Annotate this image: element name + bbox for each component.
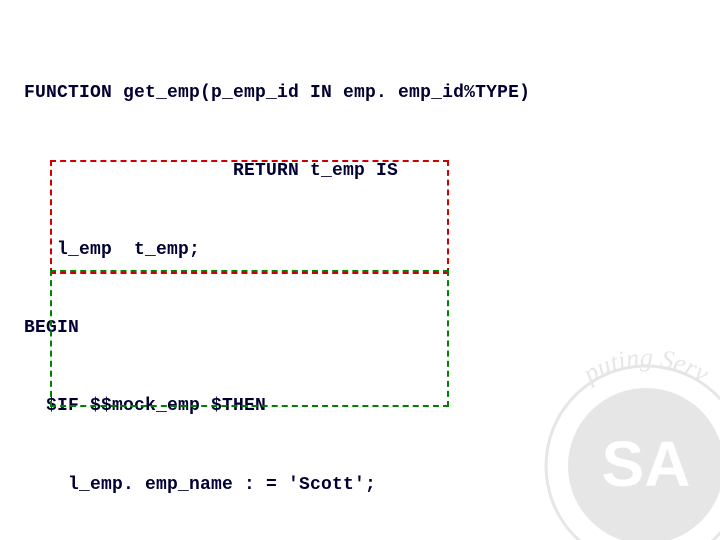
slide: FUNCTION get_emp(p_emp_id IN emp. emp_id… (0, 0, 720, 540)
code-line: l_emp. emp_name : = 'Scott'; (24, 472, 696, 498)
code-line: BEGIN (24, 315, 696, 341)
code-block: FUNCTION get_emp(p_emp_id IN emp. emp_id… (24, 28, 696, 540)
code-line: RETURN t_emp IS (24, 158, 696, 184)
code-line: FUNCTION get_emp(p_emp_id IN emp. emp_id… (24, 80, 696, 106)
code-line: $IF $$mock_emp $THEN (24, 393, 696, 419)
code-line: l_emp t_emp; (24, 237, 696, 263)
